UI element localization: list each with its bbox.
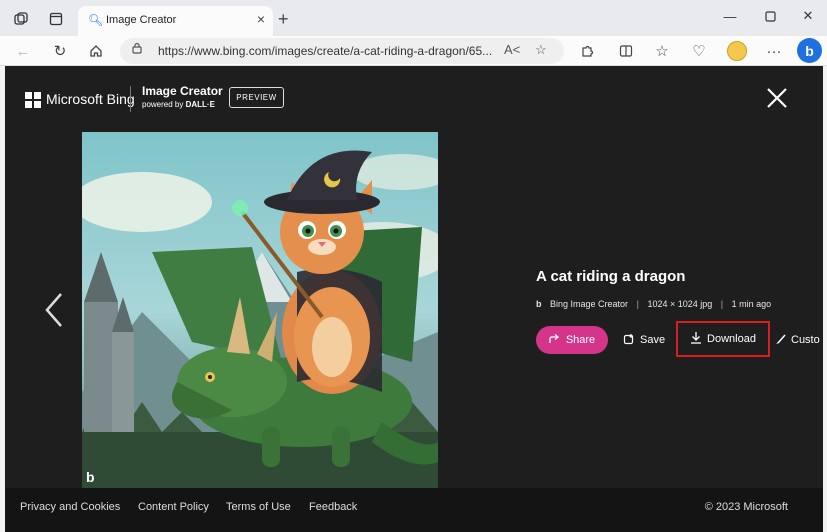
meta-separator: | xyxy=(636,299,639,309)
url-text: https://www.bing.com/images/create/a-cat… xyxy=(158,44,493,58)
favorites-icon[interactable]: ☆ xyxy=(651,40,673,62)
preview-badge: PREVIEW xyxy=(229,87,284,108)
plus-icon[interactable]: + xyxy=(278,9,289,30)
meta-age: 1 min ago xyxy=(731,299,772,309)
header-divider xyxy=(130,86,131,112)
save-button[interactable]: Save xyxy=(623,326,665,354)
workspaces-icon[interactable] xyxy=(10,8,32,30)
customize-label: Custo xyxy=(791,334,820,346)
close-icon[interactable]: × xyxy=(257,11,265,27)
microsoft-logo xyxy=(25,92,41,108)
share-button[interactable]: Share xyxy=(536,326,608,354)
copyright: © 2023 Microsoft xyxy=(704,501,788,513)
footer-link-feedback[interactable]: Feedback xyxy=(309,501,357,513)
tab-actions-icon[interactable] xyxy=(45,8,67,30)
more-icon[interactable]: ··· xyxy=(763,40,785,62)
footer-link-privacy[interactable]: Privacy and Cookies xyxy=(20,501,120,513)
save-icon xyxy=(623,333,635,348)
footer-link-content-policy[interactable]: Content Policy xyxy=(138,501,209,513)
minimize-icon[interactable]: — xyxy=(715,6,745,26)
browser-toolbar: ← ↻ https://www.bing.com/images/create/a… xyxy=(0,36,827,66)
refresh-icon[interactable]: ↻ xyxy=(49,40,71,62)
product-subtitle: powered by DALL·E xyxy=(142,100,215,109)
product-title: Image Creator xyxy=(142,84,223,98)
download-label: Download xyxy=(707,333,756,345)
home-icon[interactable] xyxy=(85,40,107,62)
browser-essentials-icon[interactable]: ♡ xyxy=(688,40,710,62)
download-icon xyxy=(690,331,702,347)
profile-avatar[interactable] xyxy=(727,41,747,61)
browser-tab[interactable]: 🔍︎ Image Creator × xyxy=(78,6,273,36)
image-meta: b Bing Image Creator | 1024 × 1024 jpg |… xyxy=(536,299,771,309)
split-screen-icon[interactable] xyxy=(615,40,637,62)
share-label: Share xyxy=(565,334,596,346)
footer-link-terms[interactable]: Terms of Use xyxy=(226,501,291,513)
favorite-star-icon[interactable]: ☆ xyxy=(535,42,547,58)
paintbrush-icon xyxy=(775,333,787,348)
meta-source: Bing Image Creator xyxy=(550,299,629,309)
search-favicon: 🔍︎ xyxy=(88,13,104,27)
bing-copilot-icon[interactable]: b xyxy=(797,38,822,63)
image-viewer-modal: Microsoft Bing Image Creator powered by … xyxy=(5,66,823,532)
image-title: A cat riding a dragon xyxy=(536,268,686,285)
meta-separator: | xyxy=(720,299,724,309)
share-icon xyxy=(549,333,561,348)
image-watermark: b xyxy=(86,469,95,485)
save-label: Save xyxy=(640,334,666,346)
previous-image-icon[interactable] xyxy=(43,291,65,329)
download-button[interactable]: Download xyxy=(676,321,770,357)
modal-footer: Privacy and Cookies Content Policy Terms… xyxy=(5,488,823,532)
bing-logo-icon: b xyxy=(536,299,542,309)
meta-size: 1024 × 1024 jpg xyxy=(647,299,713,309)
customize-button[interactable]: Custo xyxy=(775,326,820,354)
maximize-icon[interactable] xyxy=(755,6,785,26)
brand-name: Microsoft Bing xyxy=(46,91,135,107)
read-aloud-icon[interactable]: A˂ xyxy=(504,42,520,57)
generated-image[interactable]: b xyxy=(82,132,438,488)
tab-title: Image Creator xyxy=(106,14,177,26)
back-icon[interactable]: ← xyxy=(12,40,34,62)
window-close-icon[interactable]: ✕ xyxy=(793,6,823,26)
extensions-icon[interactable] xyxy=(576,40,598,62)
lock-icon[interactable] xyxy=(132,42,142,57)
close-modal-icon[interactable] xyxy=(765,86,789,110)
browser-titlebar: 🔍︎ Image Creator × + — ✕ xyxy=(0,0,827,36)
address-bar[interactable]: https://www.bing.com/images/create/a-cat… xyxy=(120,38,564,64)
